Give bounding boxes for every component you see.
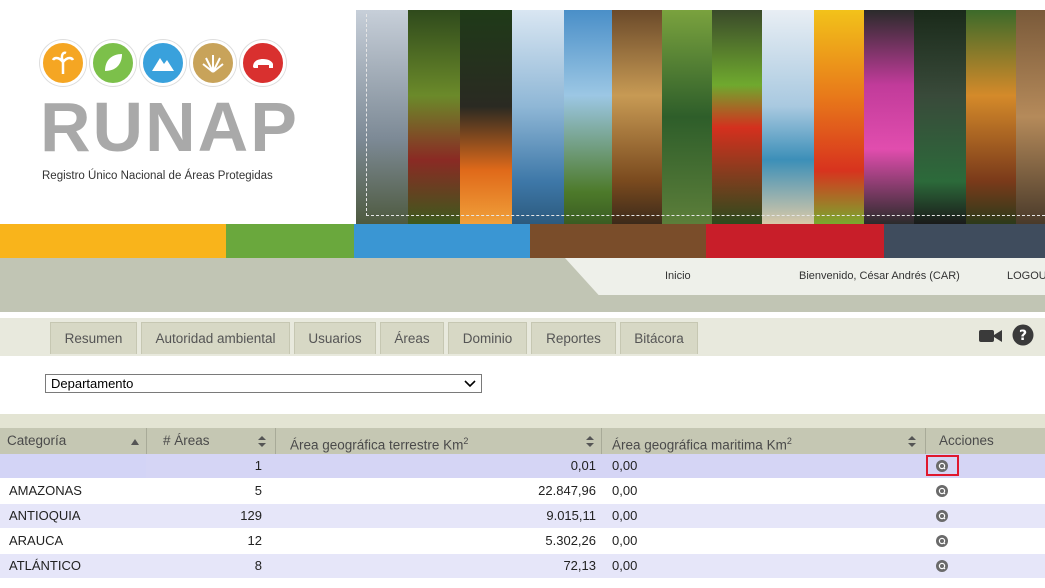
cell-terrestrial: 0,01 <box>570 458 596 473</box>
view-details-button[interactable] <box>926 554 958 578</box>
mountain-icon <box>140 40 186 86</box>
table-header: Categoría # Áreas Área geográfica terres… <box>0 428 1045 454</box>
table-row: ARAUCA 12 5.302,26 0,00 <box>0 529 1045 554</box>
color-segment-green <box>226 224 354 258</box>
grass-icon <box>190 40 236 86</box>
color-segment-blue <box>354 224 530 258</box>
banner-frame <box>366 14 1045 216</box>
view-details-icon <box>936 485 948 497</box>
tab-bitacora[interactable]: Bitácora <box>620 322 698 354</box>
view-details-icon <box>936 510 948 522</box>
color-segment-yellow <box>0 224 226 258</box>
cell-category: ARAUCA <box>9 533 64 548</box>
view-details-icon <box>936 560 948 572</box>
col-areas-header[interactable]: # Áreas <box>163 428 210 454</box>
cell-areas: 129 <box>240 508 262 523</box>
cell-maritime: 0,00 <box>612 483 638 498</box>
bear-icon <box>240 40 286 86</box>
leaf-icon <box>90 40 136 86</box>
col-maritime-header[interactable]: Área geográfica maritima Km2 <box>612 428 792 454</box>
cell-maritime: 0,00 <box>612 533 638 548</box>
logout-link[interactable]: LOGOUT <box>1007 270 1045 282</box>
cell-maritime: 0,00 <box>612 508 638 523</box>
color-segment-red <box>706 224 884 258</box>
sort-both-icon[interactable] <box>908 436 916 447</box>
logo-subtitle: Registro Único Nacional de Áreas Protegi… <box>42 170 273 182</box>
tab-resumen[interactable]: Resumen <box>50 322 137 354</box>
cell-category: ANTIOQUIA <box>9 508 81 523</box>
sort-both-icon[interactable] <box>586 436 594 447</box>
palm-tree-icon <box>40 40 86 86</box>
cell-terrestrial: 22.847,96 <box>538 483 596 498</box>
view-details-button[interactable] <box>926 504 958 528</box>
select-value: Departamento <box>51 376 134 391</box>
cell-maritime: 0,00 <box>612 558 638 573</box>
chevron-down-icon <box>463 375 477 392</box>
view-details-button[interactable] <box>926 479 958 503</box>
color-segment-dark <box>884 224 1045 258</box>
logo-wordmark: RUNAP <box>40 88 299 166</box>
sort-asc-icon[interactable] <box>131 439 139 445</box>
table-row: 1 0,01 0,00 <box>0 454 1045 479</box>
cell-terrestrial: 5.302,26 <box>545 533 596 548</box>
video-camera-icon[interactable] <box>979 326 1003 351</box>
color-bar <box>0 224 1045 258</box>
highlight-box <box>926 455 959 476</box>
header-divider <box>925 428 926 454</box>
tab-autoridad-ambiental[interactable]: Autoridad ambiental <box>141 322 290 354</box>
cell-category: ATLÁNTICO <box>9 558 81 573</box>
cell-areas: 5 <box>254 483 262 498</box>
table-header-spacer <box>0 414 1045 428</box>
tab-usuarios[interactable]: Usuarios <box>294 322 376 354</box>
cell-terrestrial: 9.015,11 <box>546 508 596 523</box>
sort-both-icon[interactable] <box>258 436 266 447</box>
header-divider <box>146 428 147 454</box>
view-details-button[interactable] <box>926 529 958 553</box>
cell-terrestrial: 72,13 <box>563 558 596 573</box>
category-cell-bg <box>0 454 146 478</box>
col-terrestrial-header[interactable]: Área geográfica terrestre Km2 <box>290 428 468 454</box>
table-row: AMAZONAS 5 22.847,96 0,00 <box>0 479 1045 504</box>
runap-logo: RUNAP Registro Único Nacional de Áreas P… <box>0 0 356 224</box>
tab-reportes[interactable]: Reportes <box>531 322 616 354</box>
nav-home-link[interactable]: Inicio <box>665 270 691 282</box>
welcome-user-text: Bienvenido, César Andrés (CAR) <box>799 270 960 282</box>
tab-areas[interactable]: Áreas <box>380 322 444 354</box>
color-segment-brown <box>530 224 706 258</box>
col-category-header[interactable]: Categoría <box>7 428 66 454</box>
departamento-select[interactable]: Departamento <box>45 374 482 393</box>
cell-maritime: 0,00 <box>612 458 638 473</box>
cell-category: AMAZONAS <box>9 483 82 498</box>
cell-areas: 8 <box>254 558 262 573</box>
table-row: ANTIOQUIA 129 9.015,11 0,00 <box>0 504 1045 529</box>
view-details-icon <box>936 535 948 547</box>
cell-areas: 12 <box>247 533 262 548</box>
table-row: ATLÁNTICO 8 72,13 0,00 <box>0 554 1045 579</box>
header-divider <box>275 428 276 454</box>
logo-circles <box>40 40 286 86</box>
col-actions-header: Acciones <box>939 433 994 448</box>
cell-areas: 1 <box>254 458 262 473</box>
header-divider <box>601 428 602 454</box>
help-icon[interactable]: ? <box>1012 324 1034 351</box>
svg-text:?: ? <box>1019 328 1027 344</box>
tab-dominio[interactable]: Dominio <box>448 322 527 354</box>
areas-table: Categoría # Áreas Área geográfica terres… <box>0 414 1045 579</box>
